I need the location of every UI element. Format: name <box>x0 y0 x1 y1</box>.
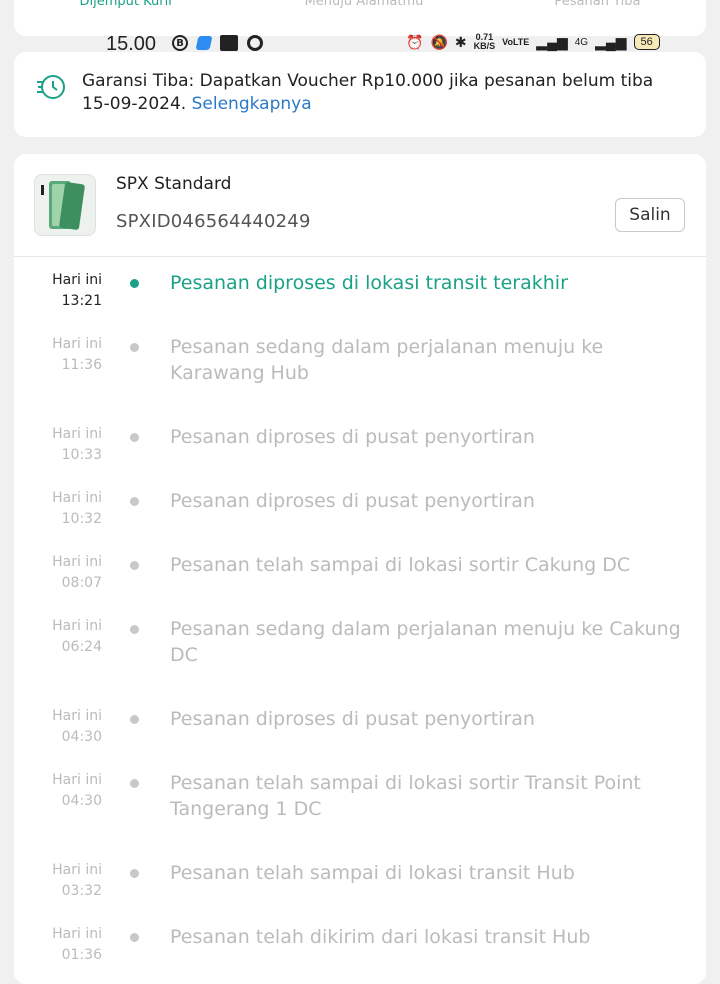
delivery-guarantee-banner[interactable]: Garansi Tiba: Dapatkan Voucher Rp10.000 … <box>14 52 706 137</box>
tab-to-address: Menuju Alamatmu <box>304 0 424 9</box>
mute-icon: 🔕 <box>430 33 448 50</box>
signal-icon: ▂▄▆ <box>536 33 568 50</box>
network-type: 4G <box>574 36 589 48</box>
bluetooth-icon: ✱ <box>454 33 467 50</box>
guarantee-text: Garansi Tiba: Dapatkan Voucher Rp10.000 … <box>82 71 654 114</box>
timeline-dot <box>130 779 139 788</box>
timeline-dot <box>130 433 139 442</box>
timeline-dot <box>130 497 139 506</box>
tab-picked-up: Dijemput Kurir <box>79 0 174 9</box>
courier-name: SPX Standard <box>116 174 232 194</box>
guarantee-more-link[interactable]: Selengkapnya <box>192 94 312 114</box>
phone-product-thumbnail <box>41 181 85 230</box>
timeline-dot <box>130 869 139 878</box>
tracking-card: SPX Standard SPXID046564440249 Salin Har… <box>14 154 706 984</box>
ring-app-icon <box>247 35 263 51</box>
timeline-dot <box>130 561 139 570</box>
timeline-dot <box>130 279 139 288</box>
signal-icon-2: ▂▄▆ <box>595 33 627 50</box>
copy-button[interactable]: Salin <box>615 198 685 232</box>
timeline-dot <box>130 933 139 942</box>
timeline-dot <box>130 715 139 724</box>
tracking-number: SPXID046564440249 <box>116 211 311 232</box>
clock-delivery-icon <box>37 75 65 99</box>
tab-arrived: Pesanan Tiba <box>554 0 641 9</box>
timeline-dot <box>130 343 139 352</box>
divider <box>14 256 706 257</box>
timeline-dot <box>130 625 139 634</box>
b-app-icon: B <box>172 35 188 51</box>
volte-indicator: VoLTE <box>502 36 530 47</box>
app-notification-icon <box>220 35 238 51</box>
notification-app-icon <box>195 36 213 50</box>
battery-indicator: 56 <box>633 34 660 50</box>
product-thumbnail <box>34 174 96 236</box>
network-speed: 0.71 KB/S <box>473 32 496 51</box>
alarm-icon: ⏰ <box>406 33 424 50</box>
